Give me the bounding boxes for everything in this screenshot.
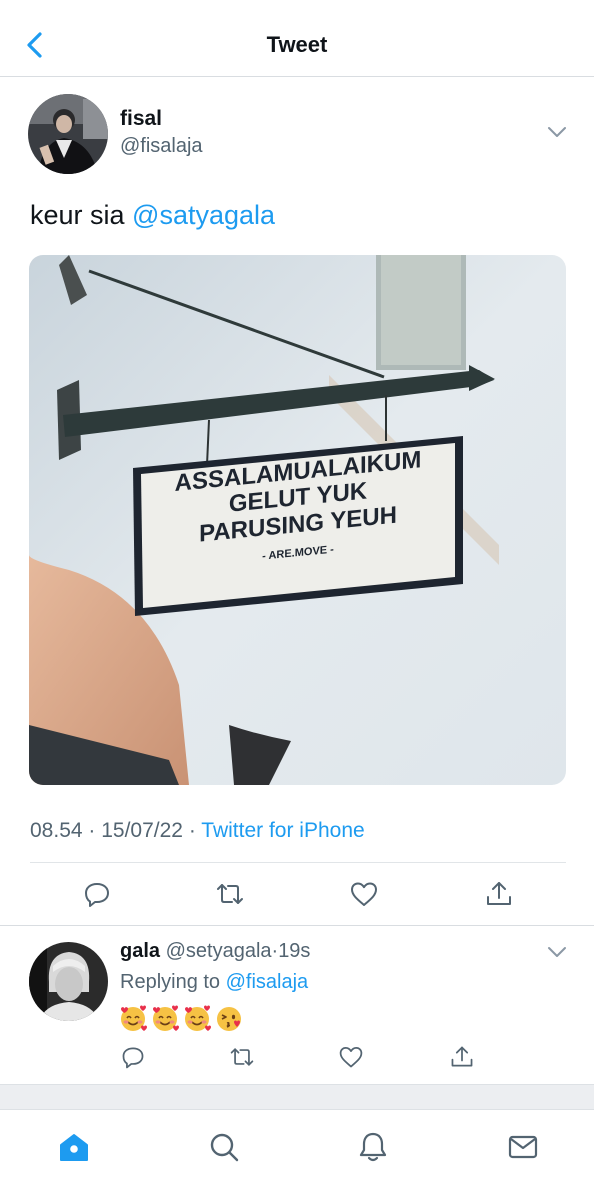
replying-to: Replying to @fisalaja [120,971,308,994]
tweet-meta: 08.54 · 15/07/22 · Twitter for iPhone [30,819,365,843]
mention-link[interactable]: @satyagala [132,200,275,230]
chevron-down-icon[interactable] [546,945,568,959]
author-handle[interactable]: @fisalaja [120,135,203,158]
tweet-text: keur sia @satyagala [30,200,275,231]
like-icon [351,882,377,906]
author-name[interactable]: fisal [120,107,162,131]
retweet-icon [230,1048,254,1066]
share-icon [451,1046,473,1067]
divider [0,925,594,926]
tweet-time: 08.54 [30,819,83,842]
tweet-text-body: keur sia [30,200,133,230]
retweet-button[interactable] [215,879,245,909]
tweet-image[interactable]: ASSALAMUALAIKUM GELUT YUK PARUSING YEUH … [29,255,566,785]
replying-to-mention[interactable]: @fisalaja [226,971,309,993]
reply-author-handle[interactable]: @setyagala [166,940,272,962]
smiling-face-with-hearts-emoji [185,1005,211,1031]
reply-retweet-button[interactable] [229,1044,255,1070]
reply-reply-button[interactable] [120,1044,146,1070]
tab-search[interactable] [207,1130,241,1164]
reply-like-button[interactable] [338,1044,364,1070]
tab-home[interactable] [57,1130,91,1164]
bottom-tab-bar [0,1110,594,1200]
top-bar: Tweet [0,0,594,77]
smiling-face-with-hearts-emoji [121,1005,147,1031]
replying-to-label: Replying to [120,971,226,993]
like-button[interactable] [349,879,379,909]
tweet-source-link[interactable]: Twitter for iPhone [201,819,364,842]
reply-icon [122,1047,144,1069]
tab-messages[interactable] [506,1130,540,1164]
page-title: Tweet [266,32,328,57]
author-avatar[interactable] [28,94,108,174]
home-icon [60,1134,88,1161]
reply-text [118,1003,244,1033]
meta-separator: · [82,819,102,842]
share-button[interactable] [484,879,514,909]
share-icon [487,882,511,905]
meta-separator: · [182,819,202,842]
tweet-date: 15/07/22 [101,819,183,842]
chevron-down-icon[interactable] [546,125,568,139]
reply-avatar[interactable] [29,942,108,1021]
reply-author-name[interactable]: gala [120,940,160,962]
search-icon [210,1133,239,1162]
reply-button[interactable] [82,879,112,909]
face-blowing-kiss-emoji [217,1007,241,1031]
retweet-icon [217,884,243,904]
tab-notifications[interactable] [356,1130,390,1164]
divider [30,862,566,863]
section-separator [0,1084,594,1110]
sign-credit: - ARE.MOVE - [262,543,334,563]
smiling-face-with-hearts-emoji [153,1005,179,1031]
reply-header: gala @setyagala·19s [120,940,310,963]
reply-time: 19s [278,940,311,962]
reply-share-button[interactable] [449,1044,475,1070]
like-icon [339,1047,363,1068]
envelope-icon [508,1135,538,1159]
bell-icon [359,1132,387,1162]
reply-icon [85,883,109,907]
